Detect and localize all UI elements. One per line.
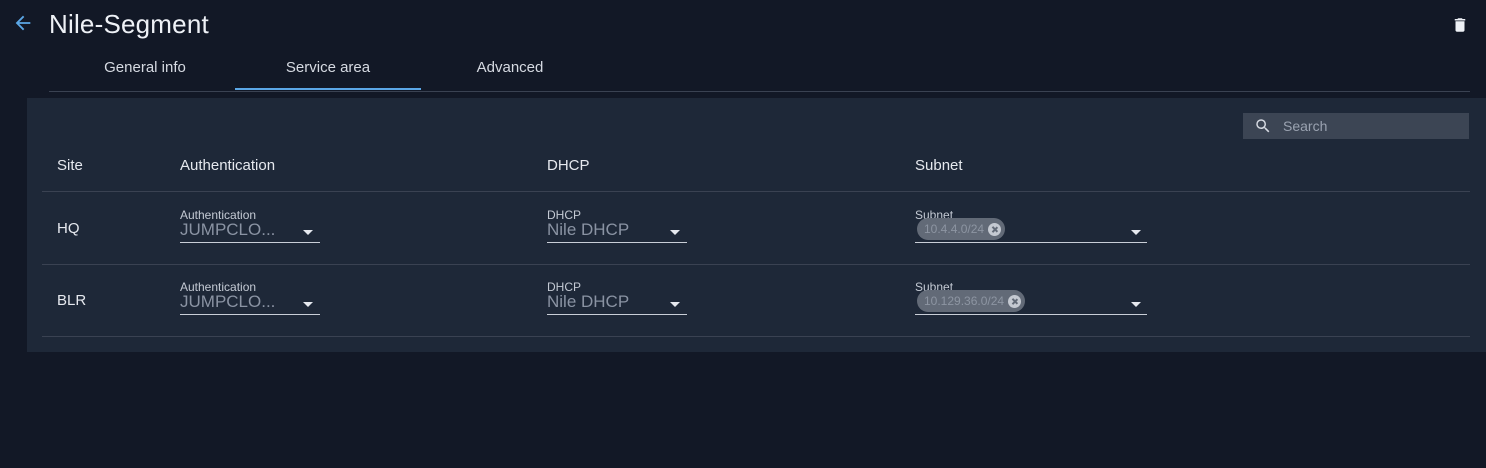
field-underline bbox=[180, 314, 320, 315]
tab-bar: General info Service area Advanced bbox=[49, 48, 1470, 92]
close-circle-icon[interactable] bbox=[988, 222, 1002, 236]
field-underline bbox=[547, 314, 687, 315]
close-circle-icon[interactable] bbox=[1008, 294, 1022, 308]
caret-down-icon[interactable] bbox=[303, 302, 313, 307]
site-cell: BLR bbox=[57, 292, 87, 309]
search-icon bbox=[1256, 119, 1270, 133]
caret-down-icon[interactable] bbox=[1131, 230, 1141, 235]
subnet-select[interactable]: Subnet 10.129.36.0/24 bbox=[915, 280, 1147, 320]
caret-down-icon[interactable] bbox=[670, 230, 680, 235]
row-divider bbox=[42, 264, 1470, 265]
column-header-subnet: Subnet bbox=[915, 157, 963, 174]
column-header-site: Site bbox=[57, 157, 83, 174]
tab-service-area[interactable]: Service area bbox=[235, 48, 421, 90]
field-underline bbox=[180, 242, 320, 243]
search-input[interactable] bbox=[1283, 113, 1463, 139]
authentication-select[interactable]: Authentication JUMPCLO... bbox=[180, 280, 320, 320]
caret-down-icon[interactable] bbox=[1131, 302, 1141, 307]
authentication-select[interactable]: Authentication JUMPCLO... bbox=[180, 208, 320, 248]
site-cell: HQ bbox=[57, 220, 80, 237]
dhcp-select[interactable]: DHCP Nile DHCP bbox=[547, 208, 687, 248]
tab-advanced[interactable]: Advanced bbox=[417, 48, 603, 90]
field-value: JUMPCLO... bbox=[180, 292, 276, 311]
caret-down-icon[interactable] bbox=[303, 230, 313, 235]
column-header-authentication: Authentication bbox=[180, 157, 276, 174]
field-underline bbox=[915, 314, 1147, 315]
subnet-select[interactable]: Subnet 10.4.4.0/24 bbox=[915, 208, 1147, 248]
field-underline bbox=[547, 242, 687, 243]
back-arrow-icon[interactable] bbox=[12, 12, 34, 34]
row-divider bbox=[42, 336, 1470, 337]
field-underline bbox=[915, 242, 1147, 243]
chip-label: 10.4.4.0/24 bbox=[924, 222, 985, 236]
trash-icon[interactable] bbox=[1451, 15, 1469, 35]
page-title: Nile-Segment bbox=[49, 9, 209, 39]
column-header-dhcp: DHCP bbox=[547, 157, 590, 174]
dhcp-select[interactable]: DHCP Nile DHCP bbox=[547, 280, 687, 320]
field-value: JUMPCLO... bbox=[180, 220, 276, 239]
search-box[interactable] bbox=[1243, 113, 1469, 139]
page-header: Nile-Segment bbox=[0, 0, 1486, 50]
header-divider bbox=[42, 191, 1470, 192]
tab-general-info[interactable]: General info bbox=[52, 48, 238, 90]
caret-down-icon[interactable] bbox=[670, 302, 680, 307]
field-value: Nile DHCP bbox=[547, 220, 630, 239]
subnet-chip[interactable]: 10.129.36.0/24 bbox=[917, 290, 1026, 312]
subnet-chip[interactable]: 10.4.4.0/24 bbox=[917, 218, 1006, 240]
chip-label: 10.129.36.0/24 bbox=[924, 294, 1005, 308]
service-area-panel: Site Authentication DHCP Subnet HQ Authe… bbox=[27, 98, 1486, 352]
field-value: Nile DHCP bbox=[547, 292, 630, 311]
